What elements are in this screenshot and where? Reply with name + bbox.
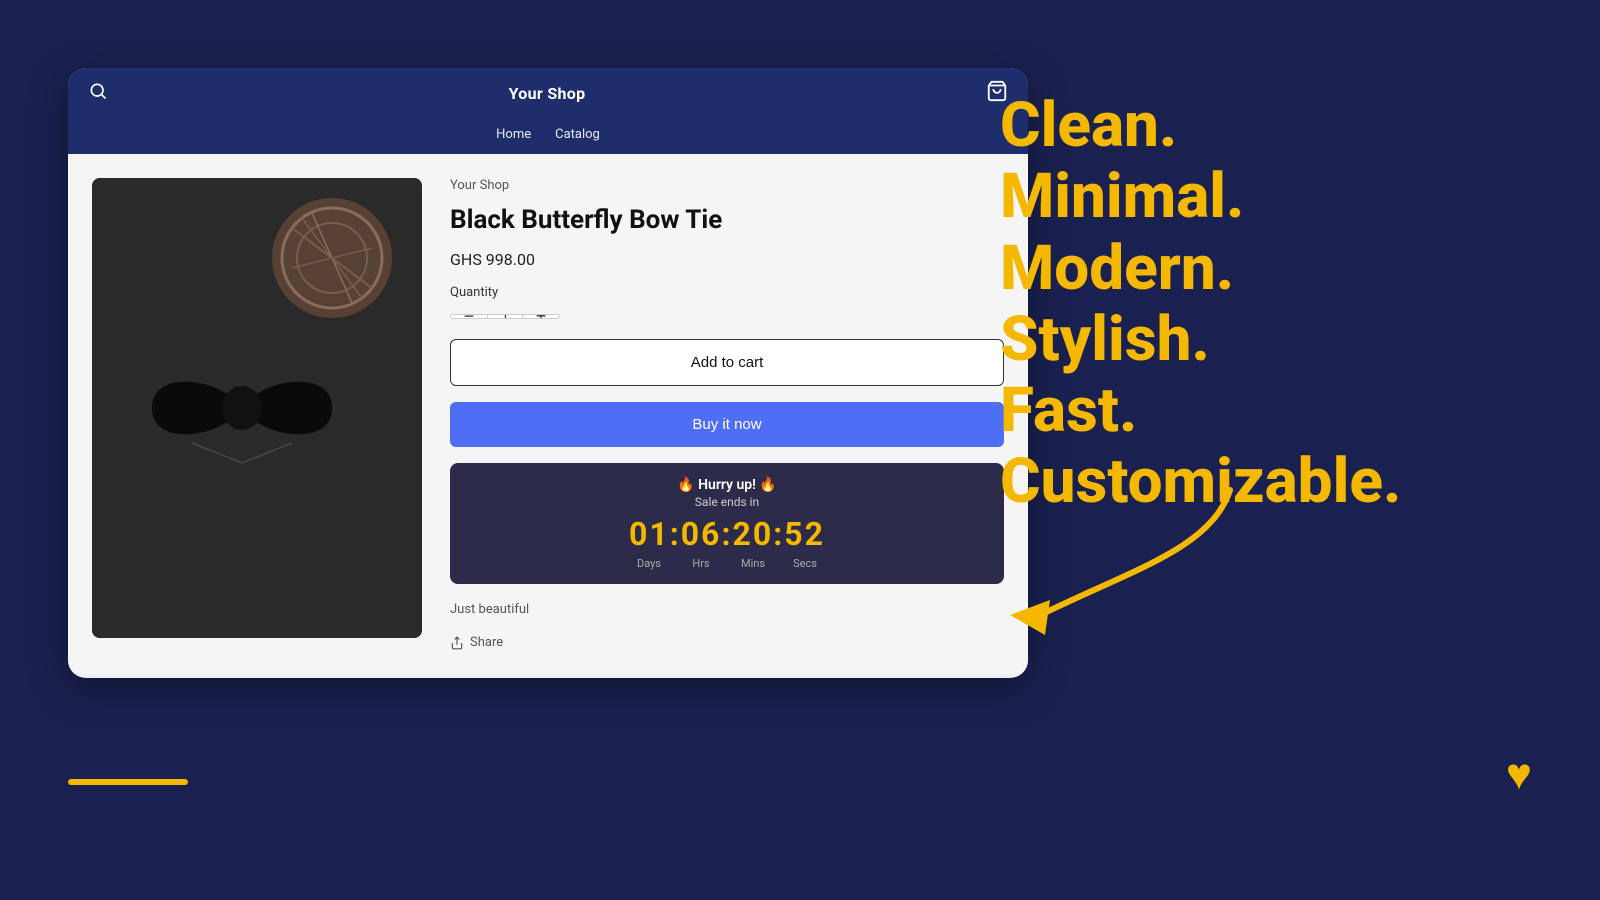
search-icon[interactable] [88, 81, 108, 106]
nav-menu: Home Catalog [68, 119, 1028, 154]
heart-icon: ♥ [1506, 748, 1532, 800]
quantity-label: Quantity [450, 285, 1004, 300]
timer-labels: Days Hrs Mins Secs [466, 557, 988, 570]
tagline-line-5: Fast. [1000, 375, 1540, 446]
timer-label-mins: Mins [727, 557, 779, 570]
browser-topbar: Your Shop [68, 68, 1028, 119]
product-image [92, 178, 422, 638]
quantity-increase-button[interactable]: + [523, 314, 559, 319]
buy-now-button[interactable]: Buy it now [450, 402, 1004, 447]
timer-label-secs: Secs [779, 557, 831, 570]
tagline-line-2: Minimal. [1000, 161, 1540, 232]
bottom-line-decoration [68, 779, 188, 785]
quantity-decrease-button[interactable]: − [451, 314, 487, 319]
tagline-line-4: Stylish. [1000, 304, 1540, 375]
browser-window: Your Shop Home Catalog [68, 68, 1028, 678]
tagline-line-1: Clean. [1000, 90, 1540, 161]
product-details: Your Shop Black Butterfly Bow Tie GHS 99… [450, 178, 1004, 650]
quantity-control: − 1 + [450, 314, 560, 319]
product-description: Just beautiful [450, 602, 1004, 617]
share-label: Share [470, 635, 503, 650]
countdown-box: 🔥 Hurry up! 🔥 Sale ends in 01:06:20:52 D… [450, 463, 1004, 584]
add-to-cart-button[interactable]: Add to cart [450, 339, 1004, 386]
shop-title: Your Shop [509, 84, 586, 103]
timer-display: 01:06:20:52 [466, 515, 988, 553]
tagline-section: Clean. Minimal. Modern. Stylish. Fast. C… [1000, 90, 1540, 518]
hurry-text: 🔥 Hurry up! 🔥 [466, 477, 988, 493]
sale-ends-text: Sale ends in [466, 495, 988, 509]
nav-home[interactable]: Home [496, 127, 531, 142]
product-image-container [92, 178, 422, 638]
product-title: Black Butterfly Bow Tie [450, 205, 1004, 236]
timer-label-hrs: Hrs [675, 557, 727, 570]
browser-content: Your Shop Black Butterfly Bow Tie GHS 99… [68, 154, 1028, 674]
tagline-line-3: Modern. [1000, 233, 1540, 304]
share-row[interactable]: Share [450, 635, 1004, 650]
browser-navbar: Your Shop Home Catalog [68, 68, 1028, 154]
nav-catalog[interactable]: Catalog [555, 127, 600, 142]
quantity-value: 1 [487, 314, 523, 319]
timer-label-days: Days [623, 557, 675, 570]
product-price: GHS 998.00 [450, 250, 1004, 269]
arrow-decoration [950, 470, 1270, 670]
product-shop-label: Your Shop [450, 178, 1004, 193]
